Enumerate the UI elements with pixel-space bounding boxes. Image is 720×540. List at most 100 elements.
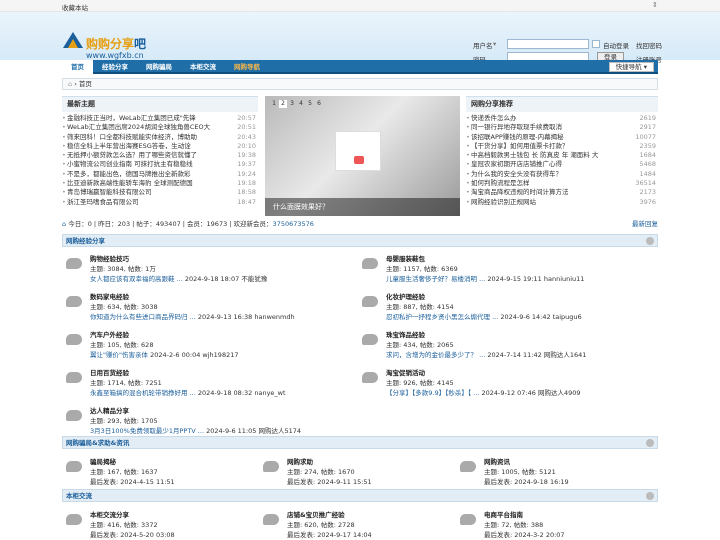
nav-seller-talk[interactable]: 本柜交流 [181,60,225,74]
stats-home-icon[interactable]: ⌂ [62,220,66,228]
recommend-thread-link[interactable]: 为什么我的安全头没有获得车？ [471,170,562,178]
nav-experience[interactable]: 经验分享 [93,60,137,74]
home-icon[interactable]: ⌂ [68,80,72,88]
expand-arrows-icon[interactable]: ⇕ [652,1,658,9]
slide-page-2[interactable]: 2 [279,100,287,108]
forum-name[interactable]: 淘宝促销活动 [386,367,425,377]
auto-login-label: 自动登录 [603,42,629,50]
forum-icon[interactable] [362,258,378,269]
collapse-icon[interactable] [646,237,654,245]
recommend-thread-link[interactable]: 该招联APP赚钱的原理-内幕揭秘 [471,133,564,141]
slide-page-4[interactable]: 4 [297,100,305,108]
last-post-title[interactable]: 翼让"赚价"伤害亲体 [90,351,148,359]
username-type-select[interactable]: ▾ [493,40,496,48]
collapse-icon[interactable] [646,492,654,500]
forgot-password-link[interactable]: 找回密码 [636,40,662,50]
last-post-title[interactable]: 儿童服生活奢侈子好？易楼消明 ... [386,275,485,283]
last-post-title[interactable]: 你知道为什么有些进口商品界码归 ... [90,313,196,321]
newest-member-link[interactable]: 3750673576 [273,220,314,228]
forum-icon[interactable] [66,372,82,383]
section-header[interactable]: 网购骗局&求助&资讯 [62,436,658,449]
latest-replies-link[interactable]: 最新回复 [632,219,658,229]
forum-icon[interactable] [460,514,476,525]
latest-thread-link[interactable]: 金融科技正当时，WeLab汇立集团已成"先锋 [67,114,196,122]
forum-icon[interactable] [66,410,82,421]
recommend-thread-link[interactable]: 快递丢件怎么办 [471,114,517,122]
latest-thread-link[interactable]: 筛来回科！口全都科技赋能实体经济，博助助 [67,133,197,141]
forum-icon[interactable] [66,514,82,525]
section-title[interactable]: 本柜交流 [66,492,92,500]
slide-page-1[interactable]: 1 [270,100,278,108]
nav-scams[interactable]: 网购骗局 [137,60,181,74]
last-post-title[interactable]: 女人都应该有双幸福的高跟鞋 ... [90,275,183,283]
latest-thread-link[interactable]: 浙江圣玛嗜食品有限公司 [67,198,139,206]
forum-icon[interactable] [66,258,82,269]
latest-thread-item: 筛来回科！口全都科技赋能实体经济，博助助 20:43 [62,133,258,142]
forum-icon[interactable] [362,296,378,307]
slide-page-3[interactable]: 3 [288,100,296,108]
recommend-thread-link[interactable]: 网购经验识别正规网站 [471,198,536,206]
section-header[interactable]: 本柜交流 [62,489,658,502]
username-input[interactable] [507,39,589,49]
featured-slideshow[interactable]: 123456 什么面膜效果好？ [265,96,460,216]
collapse-icon[interactable] [646,439,654,447]
forum-icon[interactable] [460,461,476,472]
forum-name[interactable]: 电商平台指南 [484,509,523,519]
bookmark-link[interactable]: 收藏本站 [62,2,88,12]
recommend-thread-link[interactable]: 中高档毅款男士钱包 长 防真皮 年 潮面料 大 [471,151,598,159]
recommend-thread-link[interactable]: 皇冠农家初期开店店铺推广心得 [471,160,562,168]
recommend-thread-link[interactable]: 淘宝商品降权违规的时间计算方法 [471,188,569,196]
last-post-title[interactable]: 永鑫至箱搞的混合机轮带销挣好用 ... [90,389,196,397]
site-name[interactable]: 购购分享吧 [86,35,146,52]
forum-name[interactable]: 网购求助 [287,456,313,466]
last-post-title[interactable]: 3月3日100%免费领取最少1月PPTV ... [90,427,204,435]
forum-name[interactable]: 购物经验技巧 [90,253,129,263]
forum-icon[interactable] [66,461,82,472]
forum-name[interactable]: 汽车户外经验 [90,329,129,339]
recommend-thread-link[interactable]: 【干货分享】如何用值票卡打款？ [471,142,569,150]
auto-login-checkbox[interactable] [592,40,600,48]
logo-icon[interactable] [62,31,84,53]
section-title[interactable]: 网购骗局&求助&资讯 [66,439,129,447]
recommend-thread-link[interactable]: 如何判购流程是怎样 [471,179,530,187]
forum-name[interactable]: 骗局揭秘 [90,456,116,466]
last-post-title[interactable]: 忍初私护一抒程乡贤小黑怎么煽代理 ... [386,313,498,321]
nav-directory[interactable]: 网购导航 [225,60,269,74]
forum-name[interactable]: 本柜交流分享 [90,509,129,519]
forum-entry: 母婴服装鞋包 主题: 1157, 帖数: 6369 儿童服生活奢侈子好？易楼消明 .… [362,253,642,283]
slide-page-6[interactable]: 6 [315,100,323,108]
forum-name[interactable]: 店铺&宝贝推广经验 [287,509,345,519]
forum-icon[interactable] [263,514,279,525]
forum-name[interactable]: 网购资讯 [484,456,510,466]
forum-name[interactable]: 日用百货经验 [90,367,129,377]
latest-thread-link[interactable]: 稳信全科上半年营出海赛ESG答卷，生动诠 [67,142,191,150]
forum-icon[interactable] [362,372,378,383]
section-header[interactable]: 网购经验分享 [62,234,658,247]
forum-name[interactable]: 达人精品分享 [90,405,129,415]
last-post-meta: 2024-9-18 18:07 不能犹豫 [184,275,268,283]
forum-icon[interactable] [263,461,279,472]
forum-icon[interactable] [66,296,82,307]
latest-thread-link[interactable]: 比亚迪新款高端性能轿车海豹 全球测配德国 [67,179,193,187]
last-post-title[interactable]: 求问，含增为的金价最多少了？ ... [386,351,485,359]
latest-thread-link[interactable]: 青岛博瑞赢智能科技有限公司 [67,188,152,196]
last-post-title[interactable]: 【分享】【多款9.9】【秒杀】【 ... [386,389,479,397]
recommend-thread-link[interactable]: 同一银行异地存取现手续费取消 [471,123,562,131]
section-title[interactable]: 网购经验分享 [66,237,105,245]
nav-home[interactable]: 首页 [62,60,93,74]
quick-nav-button[interactable]: 快捷导航 ▾ [608,62,654,72]
slide-caption[interactable]: 什么面膜效果好？ [265,198,460,216]
latest-thread-link[interactable]: 不是多，都能出色，德国马牌推出全新款彩 [67,170,191,178]
forum-icon[interactable] [362,334,378,345]
breadcrumb-home[interactable]: 首页 [79,80,92,88]
forum-name[interactable]: 数码家电经验 [90,291,129,301]
forum-icon[interactable] [66,334,82,345]
forum-entry: 化妆护理经验 主题: 887, 帖数: 4154 忍初私护一抒程乡贤小黑怎么煽代理 … [362,291,642,321]
slide-page-5[interactable]: 5 [306,100,314,108]
forum-name[interactable]: 化妆护理经验 [386,291,425,301]
forum-name[interactable]: 母婴服装鞋包 [386,253,425,263]
latest-thread-link[interactable]: 无抵押小额贷款怎么选？用了哪些资信就懂了 [67,151,197,159]
forum-name[interactable]: 珠宝饰品经验 [386,329,425,339]
latest-thread-link[interactable]: WeLab汇立集团出席2024胡润全球独角兽CEO大 [67,123,210,131]
latest-thread-link[interactable]: 小蜜物流公司创业指南 可抹打抗主有稳稳线 [67,160,193,168]
